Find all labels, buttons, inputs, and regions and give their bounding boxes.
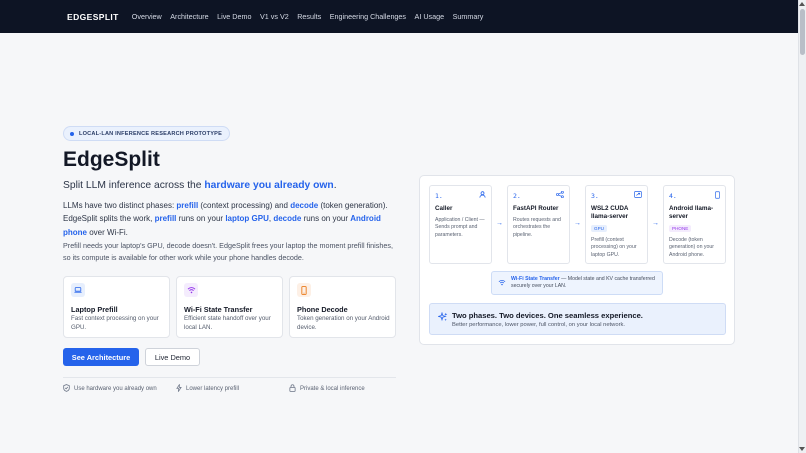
perk-label: Lower latency prefill [186, 386, 240, 392]
top-nav: EDGESPLIT Overview Architecture Live Dem… [0, 0, 798, 33]
desc-text: runs on your [176, 214, 226, 224]
page-title: EdgeSplit [63, 148, 160, 171]
summary-desc: Better performance, lower power, full co… [452, 322, 626, 328]
architecture-diagram-panel: 1. Caller Application / Client — Sends p… [419, 175, 735, 345]
bolt-icon [176, 384, 182, 394]
nav-link-summary[interactable]: Summary [453, 12, 484, 21]
divider [63, 377, 396, 378]
desc-term-decode: decode [290, 201, 319, 210]
step-desc: Application / Client — Sends prompt and … [435, 217, 485, 238]
desc-term-prefill: prefill [176, 201, 199, 210]
shield-icon [63, 384, 70, 394]
step-number: 2. [513, 192, 521, 200]
desc-text: over Wi-Fi. [87, 227, 128, 237]
badge-dot-icon [70, 131, 74, 136]
feature-card-phone-decode: Phone Decode Token generation on your An… [289, 276, 396, 338]
badge-label: LOCAL-LAN INFERENCE RESEARCH PROTOTYPE [79, 130, 222, 137]
feature-desc: Token generation on your Android device. [297, 315, 390, 331]
nav-link-engineering-challenges[interactable]: Engineering Challenges [330, 12, 406, 21]
perk-label: Use hardware you already own [74, 386, 157, 392]
scroll-down-arrow-icon[interactable] [799, 447, 805, 451]
live-demo-button[interactable]: Live Demo [145, 348, 200, 366]
nav-link-v1-vs-v2[interactable]: V1 vs V2 [260, 12, 289, 21]
wifi-transfer-callout: Wi-Fi State Transfer — Model state and K… [491, 271, 663, 295]
desc-text: runs on your [301, 214, 351, 224]
hero-description: LLMs have two distinct phases: prefill (… [63, 199, 398, 239]
step-title: WSL2 CUDA llama-server [591, 205, 629, 220]
subtitle-text: Split LLM inference across the [63, 180, 205, 191]
scroll-thumb[interactable] [800, 9, 805, 55]
arrow-right-icon: → [496, 220, 503, 227]
hero-badge: LOCAL-LAN INFERENCE RESEARCH PROTOTYPE [63, 126, 230, 141]
lock-icon [289, 384, 296, 394]
step-tag-gpu: GPU [591, 225, 607, 232]
step-tag-phone: PHONE [669, 225, 692, 232]
arrow-right-icon: → [652, 220, 659, 227]
step-title: Caller [435, 205, 453, 212]
laptop-icon [71, 283, 85, 297]
feature-card-wifi-state-transfer: Wi-Fi State Transfer Efficient state han… [176, 276, 283, 338]
feature-desc: Efficient state handoff over your local … [184, 315, 271, 331]
brand-logo[interactable]: EDGESPLIT [67, 12, 119, 22]
transfer-label: Wi-Fi State Transfer [511, 276, 560, 282]
pipeline-step-android: 4. Android llama-server PHONE Decode (to… [663, 185, 726, 264]
nav-link-results[interactable]: Results [297, 12, 321, 21]
desc-term-decode: decode [273, 214, 302, 224]
nav-link-architecture[interactable]: Architecture [170, 12, 208, 21]
feature-title: Laptop Prefill [71, 305, 118, 314]
step-desc: Prefill (context processing) on your lap… [591, 237, 637, 258]
step-title: Android llama-server [669, 205, 714, 220]
transfer-text: Wi-Fi State Transfer — Model state and K… [511, 276, 661, 291]
nav-link-overview[interactable]: Overview [132, 12, 162, 21]
page-scrollbar[interactable] [798, 0, 806, 453]
phone-icon [715, 191, 720, 201]
step-title: FastAPI Router [513, 205, 559, 212]
pipeline-step-caller: 1. Caller Application / Client — Sends p… [429, 185, 492, 264]
desc-term-gpu: laptop GPU [225, 214, 269, 224]
desc-text: LLMs have two distinct phases: [63, 201, 177, 210]
step-desc: Decode (token generation) on your Androi… [669, 237, 714, 258]
feature-title: Phone Decode [297, 305, 348, 314]
phone-icon [297, 283, 311, 297]
share-icon [556, 190, 564, 200]
feature-desc: Fast context processing on your GPU. [71, 315, 159, 331]
wifi-icon [184, 283, 198, 297]
monitor-icon [634, 191, 642, 200]
desc-text: (context processing) and [198, 201, 291, 210]
perk-item: Use hardware you already own [63, 384, 157, 394]
step-number: 4. [669, 192, 677, 200]
perk-item: Lower latency prefill [176, 384, 239, 394]
step-desc: Routes requests and orchestrates the pip… [513, 217, 561, 238]
subtitle-end: . [333, 180, 337, 191]
summary-title: Two phases. Two devices. One seamless ex… [452, 311, 643, 320]
step-number: 1. [435, 192, 443, 200]
summary-callout: Two phases. Two devices. One seamless ex… [429, 303, 726, 335]
see-architecture-button[interactable]: See Architecture [63, 348, 139, 366]
pipeline-step-wsl2-cuda: 3. WSL2 CUDA llama-server GPU Prefill (c… [585, 185, 648, 264]
hero-description-secondary: Prefill needs your laptop's GPU, decode … [63, 241, 393, 262]
feature-title: Wi-Fi State Transfer [184, 305, 253, 314]
desc-term-prefill: prefill [154, 214, 177, 224]
subtitle-highlight: hardware you already own [204, 180, 334, 191]
scroll-up-arrow-icon[interactable] [799, 2, 805, 6]
wifi-icon [498, 279, 506, 288]
user-icon [479, 191, 486, 200]
nav-link-ai-usage[interactable]: AI Usage [415, 12, 445, 21]
perk-item: Private & local inference [289, 384, 365, 394]
step-number: 3. [591, 192, 599, 200]
sparkles-icon [437, 311, 448, 325]
pipeline-step-router: 2. FastAPI Router Routes requests and or… [507, 185, 570, 264]
nav-link-live-demo[interactable]: Live Demo [217, 12, 251, 21]
perk-label: Private & local inference [300, 386, 365, 392]
feature-card-laptop-prefill: Laptop Prefill Fast context processing o… [63, 276, 170, 338]
hero-subtitle: Split LLM inference across the hardware … [63, 180, 337, 191]
arrow-right-icon: → [574, 220, 581, 227]
